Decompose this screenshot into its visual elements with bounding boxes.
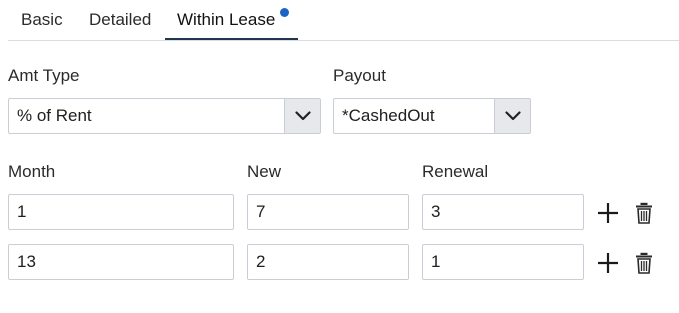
new-input[interactable]	[247, 244, 409, 280]
add-row-button[interactable]	[596, 251, 620, 275]
amt-type-value: % of Rent	[17, 106, 92, 125]
month-header: Month	[8, 162, 56, 181]
amt-type-select[interactable]: % of Rent	[8, 98, 321, 134]
unsaved-indicator-dot-icon	[280, 8, 289, 17]
chevron-down-icon	[294, 111, 311, 121]
chevron-down-icon	[504, 111, 521, 121]
payout-dropdown-button[interactable]	[494, 99, 530, 133]
payout-value: *CashedOut	[342, 106, 435, 125]
tab-bar: Basic Detailed Within Lease	[8, 0, 679, 41]
plus-icon	[598, 203, 618, 223]
tab-within-lease[interactable]: Within Lease	[165, 0, 298, 40]
month-input[interactable]	[8, 194, 234, 230]
renewal-header: Renewal	[422, 162, 489, 181]
tab-basic[interactable]: Basic	[21, 0, 63, 40]
amt-type-label: Amt Type	[8, 66, 80, 85]
payout-label: Payout	[333, 66, 386, 85]
month-input[interactable]	[8, 244, 234, 280]
new-input[interactable]	[247, 194, 409, 230]
trash-icon	[636, 252, 652, 274]
renewal-input[interactable]	[422, 194, 584, 230]
plus-icon	[598, 253, 618, 273]
renewal-input[interactable]	[422, 244, 584, 280]
new-header: New	[247, 162, 282, 181]
delete-row-button[interactable]	[632, 201, 656, 225]
trash-icon	[636, 202, 652, 224]
tab-within-lease-label: Within Lease	[177, 10, 276, 29]
delete-row-button[interactable]	[632, 251, 656, 275]
add-row-button[interactable]	[596, 201, 620, 225]
tab-detailed[interactable]: Detailed	[89, 0, 151, 40]
amt-type-dropdown-button[interactable]	[284, 99, 320, 133]
payout-select[interactable]: *CashedOut	[333, 98, 531, 134]
